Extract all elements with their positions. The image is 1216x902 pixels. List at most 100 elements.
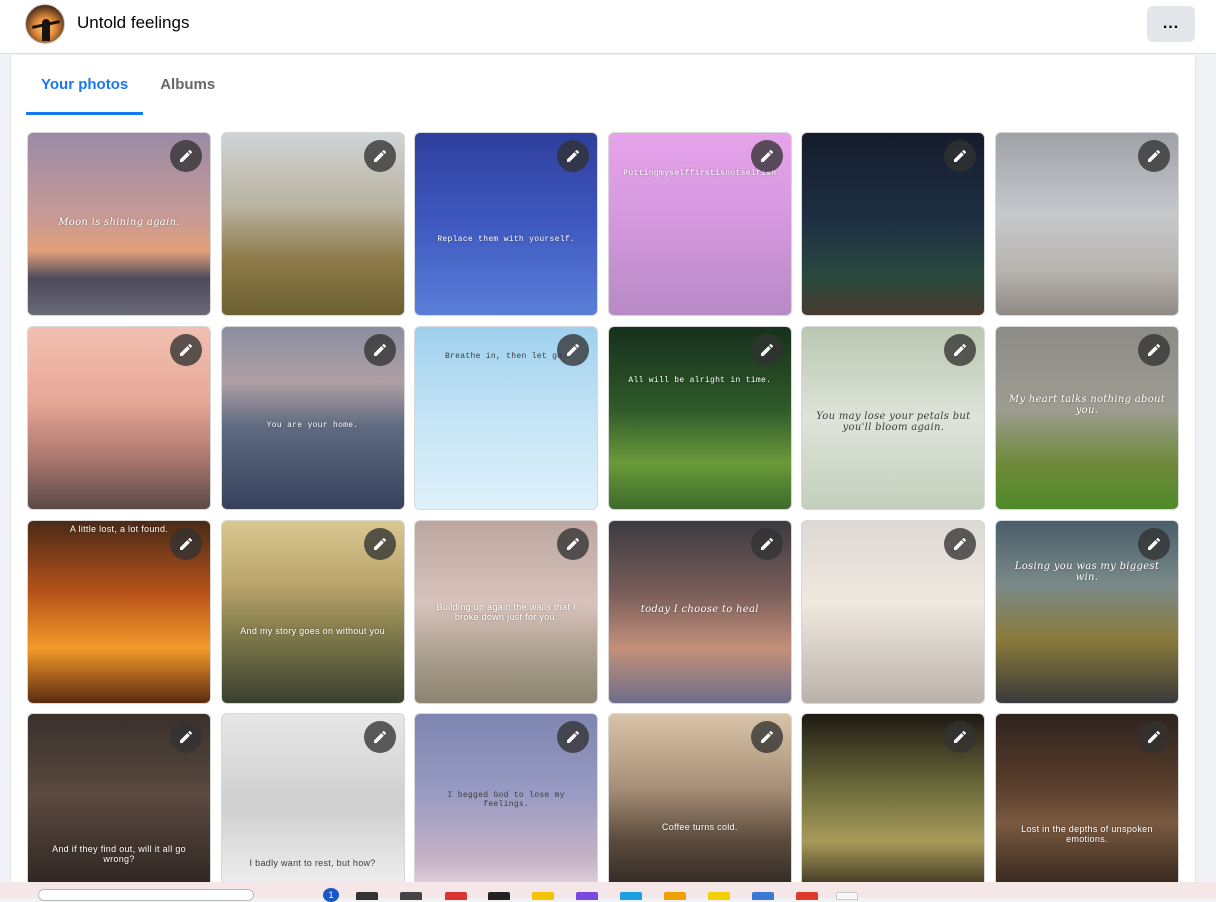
- taskbar-app-icon[interactable]: [400, 892, 422, 900]
- pencil-icon: [1146, 148, 1162, 164]
- page-avatar[interactable]: [25, 4, 65, 44]
- photo-tile[interactable]: Moon is shining again.: [27, 132, 211, 316]
- more-options-button[interactable]: ...: [1147, 6, 1195, 42]
- taskbar-app-icon[interactable]: [532, 892, 554, 900]
- edit-photo-button[interactable]: [363, 140, 396, 172]
- edit-photo-button[interactable]: [557, 333, 590, 366]
- pencil-icon: [759, 342, 775, 358]
- photo-caption: Moon is shining again.: [58, 216, 180, 228]
- pencil-icon: [178, 536, 194, 552]
- pencil-icon: [178, 342, 194, 358]
- photo-tile[interactable]: Puttingmyselffirstisnotselfish: [607, 132, 792, 316]
- edit-photo-button[interactable]: [170, 140, 202, 172]
- photo-tile[interactable]: Building up again the walls that I broke…: [414, 519, 599, 704]
- edit-photo-button[interactable]: [944, 527, 977, 560]
- taskbar-app-icon[interactable]: [708, 892, 730, 900]
- pencil-icon: [372, 148, 388, 164]
- edit-photo-button[interactable]: [170, 721, 202, 754]
- photo-tile[interactable]: You are your home.: [220, 325, 405, 510]
- photo-tile[interactable]: Breathe in, then let go.: [414, 325, 599, 510]
- taskbar-app-icon[interactable]: [620, 892, 642, 900]
- photo-tabs: Your photos Albums: [26, 55, 230, 115]
- photo-caption: You may lose your petals but you'll bloo…: [816, 410, 971, 433]
- photo-caption: I badly want to rest, but how?: [249, 858, 376, 869]
- photo-caption: Puttingmyselffirstisnotselfish: [623, 169, 777, 179]
- edit-photo-button[interactable]: [557, 527, 590, 560]
- taskbar-app-icon[interactable]: [752, 892, 774, 900]
- edit-photo-button[interactable]: [557, 721, 590, 754]
- photo-tile[interactable]: [220, 132, 405, 316]
- photo-tile[interactable]: [801, 519, 986, 704]
- photo-tile[interactable]: And if they find out, will it all go wro…: [27, 713, 211, 898]
- pencil-icon: [565, 536, 581, 552]
- edit-photo-button[interactable]: [557, 140, 590, 172]
- pencil-icon: [952, 342, 968, 358]
- pencil-icon: [178, 729, 194, 745]
- photo-caption: Losing you was my biggest win.: [1014, 560, 1160, 583]
- photo-tile[interactable]: All will be alright in time.: [607, 325, 792, 510]
- tab-your-photos[interactable]: Your photos: [26, 55, 144, 115]
- photo-grid: Moon is shining again. Replace them with …: [27, 132, 1179, 898]
- pencil-icon: [372, 536, 388, 552]
- edit-photo-button[interactable]: [750, 527, 783, 560]
- edit-photo-button[interactable]: [1137, 527, 1170, 560]
- edit-photo-button[interactable]: [170, 527, 202, 560]
- edit-photo-button[interactable]: [363, 527, 396, 560]
- photo-tile[interactable]: Losing you was my biggest win.: [994, 519, 1179, 704]
- edit-photo-button[interactable]: [750, 721, 783, 754]
- photo-tile[interactable]: today I choose to heal: [607, 519, 792, 704]
- edit-photo-button[interactable]: [170, 333, 202, 366]
- edit-photo-button[interactable]: [1137, 140, 1170, 172]
- taskbar-app-icon[interactable]: [445, 892, 467, 900]
- photo-caption: You are your home.: [266, 421, 359, 431]
- pencil-icon: [952, 536, 968, 552]
- photo-tile[interactable]: [801, 713, 986, 898]
- edit-photo-button[interactable]: [944, 721, 977, 754]
- taskbar-search-box[interactable]: [38, 889, 254, 901]
- top-bar: Untold feelings ...: [0, 0, 1216, 54]
- photo-caption: And if they find out, will it all go wro…: [52, 843, 186, 864]
- more-icon: ...: [1162, 15, 1180, 32]
- photo-caption: My heart talks nothing about you.: [1008, 394, 1166, 417]
- photo-tile[interactable]: Lost in the depths of unspoken emotions.: [994, 713, 1179, 898]
- photo-tile[interactable]: I begged God to lose my feelings.: [414, 713, 599, 898]
- edit-photo-button[interactable]: [1137, 333, 1170, 366]
- edit-photo-button[interactable]: [944, 140, 977, 172]
- photo-caption: All will be alright in time.: [628, 375, 772, 385]
- photo-tile[interactable]: You may lose your petals but you'll bloo…: [801, 325, 986, 510]
- photo-tile[interactable]: [27, 325, 211, 510]
- photo-tile[interactable]: I badly want to rest, but how?: [220, 713, 405, 898]
- taskbar-app-icon[interactable]: [836, 892, 858, 900]
- taskbar-app-icon[interactable]: [488, 892, 510, 900]
- taskbar-app-icon[interactable]: [796, 892, 818, 900]
- pencil-icon: [1146, 536, 1162, 552]
- photo-tile[interactable]: And my story goes on without you: [220, 519, 405, 704]
- photo-tile[interactable]: Coffee turns cold.: [607, 713, 792, 898]
- pencil-icon: [372, 729, 388, 745]
- pencil-icon: [759, 729, 775, 745]
- photo-caption: And my story goes on without you: [240, 626, 385, 637]
- page-title[interactable]: Untold feelings: [77, 13, 189, 33]
- photo-caption: Lost in the depths of unspoken emotions.: [1021, 823, 1153, 844]
- photo-tile[interactable]: [994, 132, 1179, 316]
- taskbar-app-icon[interactable]: [576, 892, 598, 900]
- pencil-icon: [1146, 729, 1162, 745]
- photo-caption: Coffee turns cold.: [661, 821, 738, 832]
- edit-photo-button[interactable]: [944, 333, 977, 366]
- edit-photo-button[interactable]: [363, 721, 396, 754]
- taskbar-app-icon[interactable]: [664, 892, 686, 900]
- edit-photo-button[interactable]: [1137, 721, 1170, 754]
- photo-tile[interactable]: Replace them with yourself.: [414, 132, 599, 316]
- edit-photo-button[interactable]: [750, 333, 783, 366]
- photo-tile[interactable]: My heart talks nothing about you.: [994, 325, 1179, 510]
- pencil-icon: [372, 342, 388, 358]
- photo-caption: I begged God to lose my feelings.: [447, 790, 565, 809]
- pencil-icon: [759, 536, 775, 552]
- taskbar-app-icon[interactable]: [356, 892, 378, 900]
- photo-tile[interactable]: A little lost, a lot found.: [27, 519, 211, 704]
- pencil-icon: [1146, 342, 1162, 358]
- edit-photo-button[interactable]: [750, 140, 783, 172]
- photo-tile[interactable]: [801, 132, 986, 316]
- edit-photo-button[interactable]: [363, 333, 396, 366]
- tab-albums[interactable]: Albums: [145, 55, 230, 115]
